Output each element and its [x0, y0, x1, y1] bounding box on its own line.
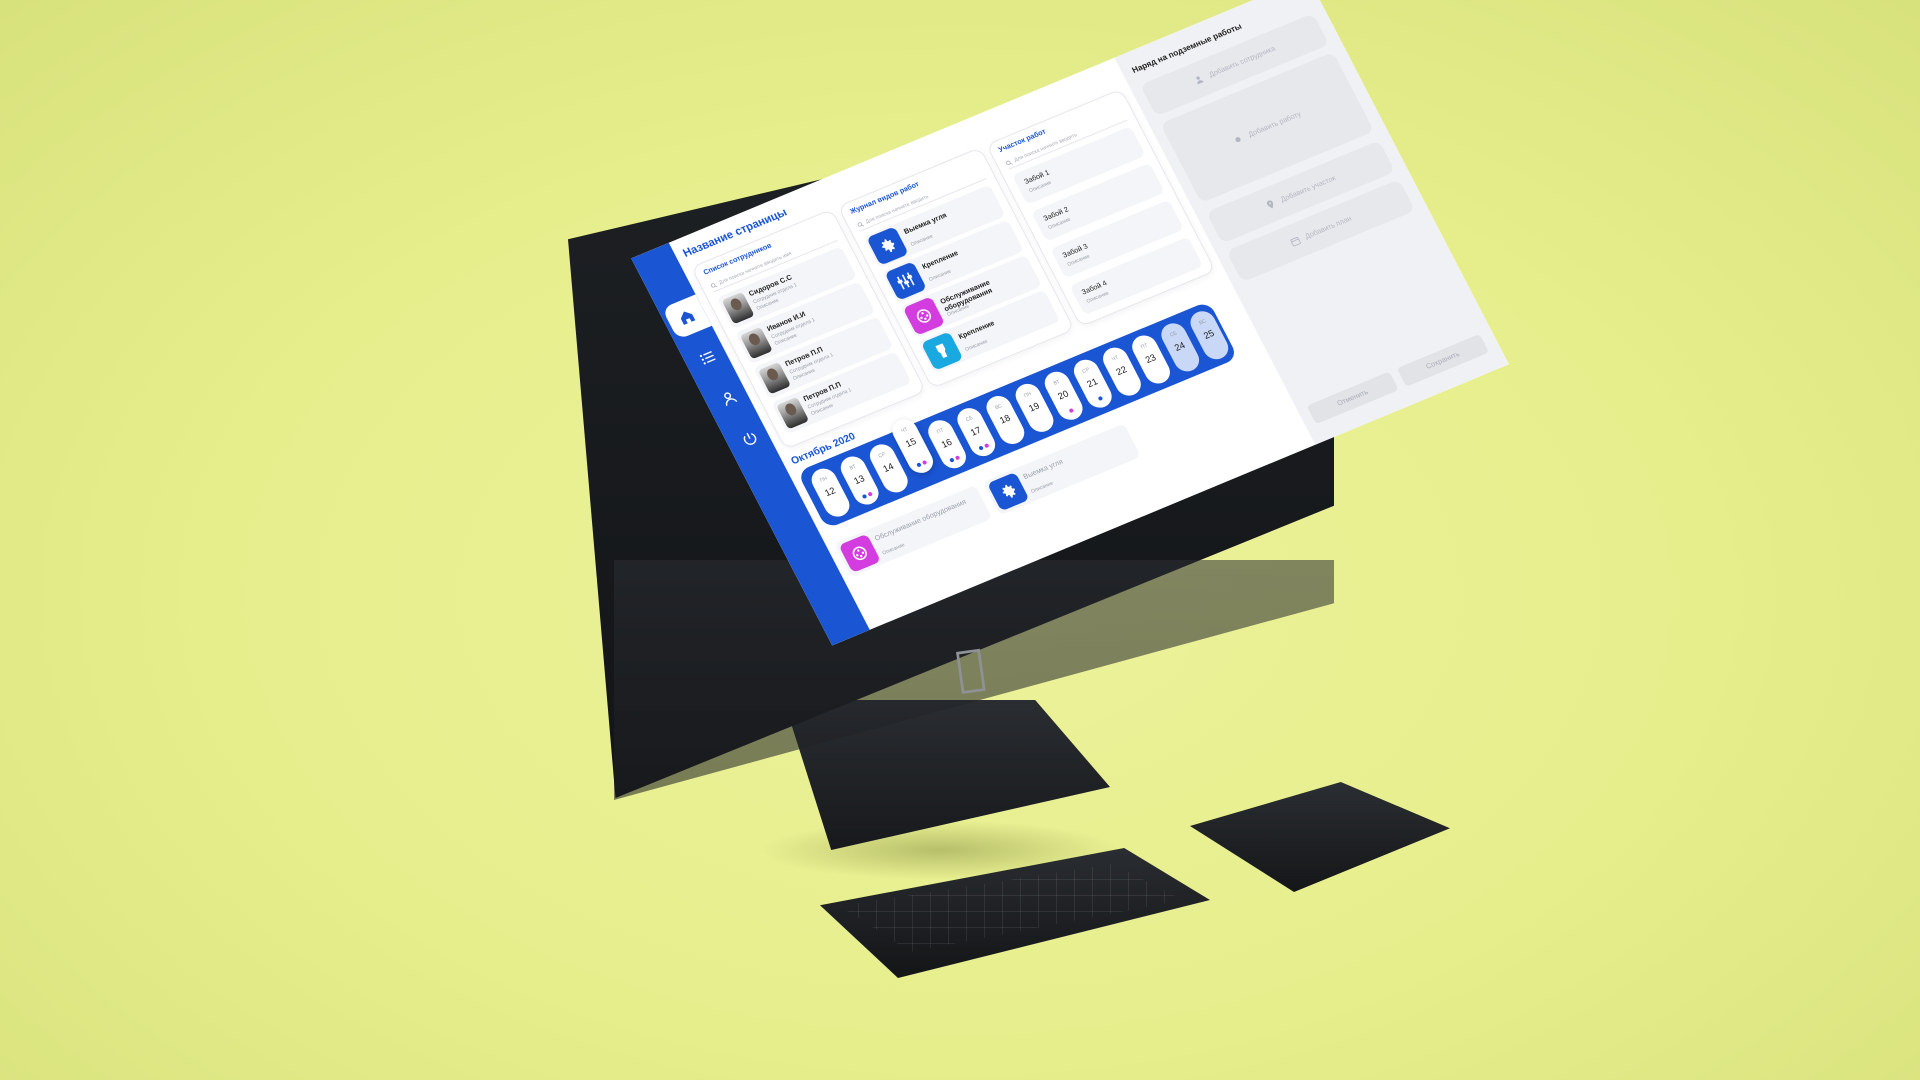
event-desc: Описание — [881, 542, 906, 557]
event-dot — [861, 493, 868, 500]
job-desc: Описание — [927, 268, 953, 283]
day-number: 13 — [852, 473, 867, 487]
event-dot — [1068, 407, 1075, 414]
job-name: Крепление — [921, 249, 960, 271]
gear-icon — [1235, 136, 1242, 142]
day-number: 15 — [903, 435, 918, 450]
add-plan-label: Добавить план — [1303, 214, 1353, 241]
day-number: 22 — [1114, 364, 1129, 378]
add-work-label: Добавить работу — [1247, 110, 1303, 139]
event-dot — [867, 491, 873, 497]
list-icon — [699, 350, 716, 365]
cancel-button[interactable]: Отменить — [1306, 371, 1399, 425]
job-desc: Описание — [909, 233, 935, 248]
day-number: 18 — [997, 412, 1012, 426]
add-site-label: Добавить участок — [1279, 174, 1337, 204]
screen-wrapper: Название страницы Список сотрудников Для… — [596, 0, 1689, 646]
nav-home-button[interactable] — [661, 294, 712, 340]
job-name: Крепление — [957, 319, 997, 341]
event-dot — [1097, 395, 1104, 402]
scene:  Название страницы — [0, 0, 1920, 1080]
day-number: 25 — [1201, 327, 1216, 341]
event-dot — [983, 443, 990, 449]
event-dot — [949, 457, 955, 463]
location-pin-icon — [1267, 200, 1274, 209]
job-icon-tile — [920, 331, 964, 371]
day-number: 17 — [968, 424, 983, 438]
search-icon — [1005, 160, 1013, 165]
job-icon-tile — [866, 226, 909, 266]
app-screen: Название страницы Список сотрудников Для… — [631, 0, 1509, 646]
nav-logout-button[interactable] — [725, 416, 775, 461]
day-number: 23 — [1143, 351, 1158, 366]
equipment-icon — [916, 309, 932, 323]
user-icon — [724, 392, 738, 406]
trackpad — [1190, 782, 1450, 892]
day-number: 16 — [939, 436, 954, 450]
power-icon — [743, 432, 757, 445]
home-icon — [680, 311, 696, 325]
day-number: 20 — [1056, 388, 1071, 402]
calendar-icon — [1290, 237, 1301, 247]
add-employee-label: Добавить сотрудника — [1207, 44, 1277, 79]
event-dot — [921, 459, 928, 466]
event-dot — [954, 455, 961, 461]
gear-icon — [1002, 484, 1016, 498]
event-name: Обслуживание оборудования — [873, 498, 968, 543]
nav-profile-button[interactable] — [704, 375, 754, 420]
gear-icon — [881, 239, 895, 253]
equipment-icon — [852, 546, 867, 561]
day-number: 12 — [822, 485, 838, 499]
event-name: Выемка угля — [1022, 458, 1065, 482]
event-indicators — [1088, 392, 1112, 405]
event-indicators — [972, 440, 996, 453]
search-icon — [857, 221, 864, 227]
drill-icon — [935, 343, 948, 359]
supports-icon — [896, 272, 915, 290]
search-icon — [710, 282, 718, 288]
day-number: 24 — [1172, 339, 1187, 354]
event-dot — [978, 445, 984, 451]
job-icon-tile — [902, 296, 946, 336]
save-button[interactable]: Сохранить — [1396, 333, 1490, 387]
job-name: Выемка угля — [903, 212, 949, 236]
job-icon-tile — [884, 261, 928, 301]
event-indicators — [855, 489, 879, 502]
job-desc: Описание — [964, 338, 989, 353]
user-icon — [1196, 76, 1205, 85]
event-indicators — [1059, 404, 1083, 417]
day-number: 19 — [1026, 400, 1042, 414]
event-indicators — [910, 457, 934, 470]
day-number: 21 — [1085, 376, 1100, 390]
event-desc: Описание — [1029, 480, 1055, 495]
nav-list-button[interactable] — [683, 335, 733, 380]
event-indicators — [943, 452, 967, 465]
event-dot — [916, 462, 922, 468]
day-number: 14 — [881, 460, 896, 475]
